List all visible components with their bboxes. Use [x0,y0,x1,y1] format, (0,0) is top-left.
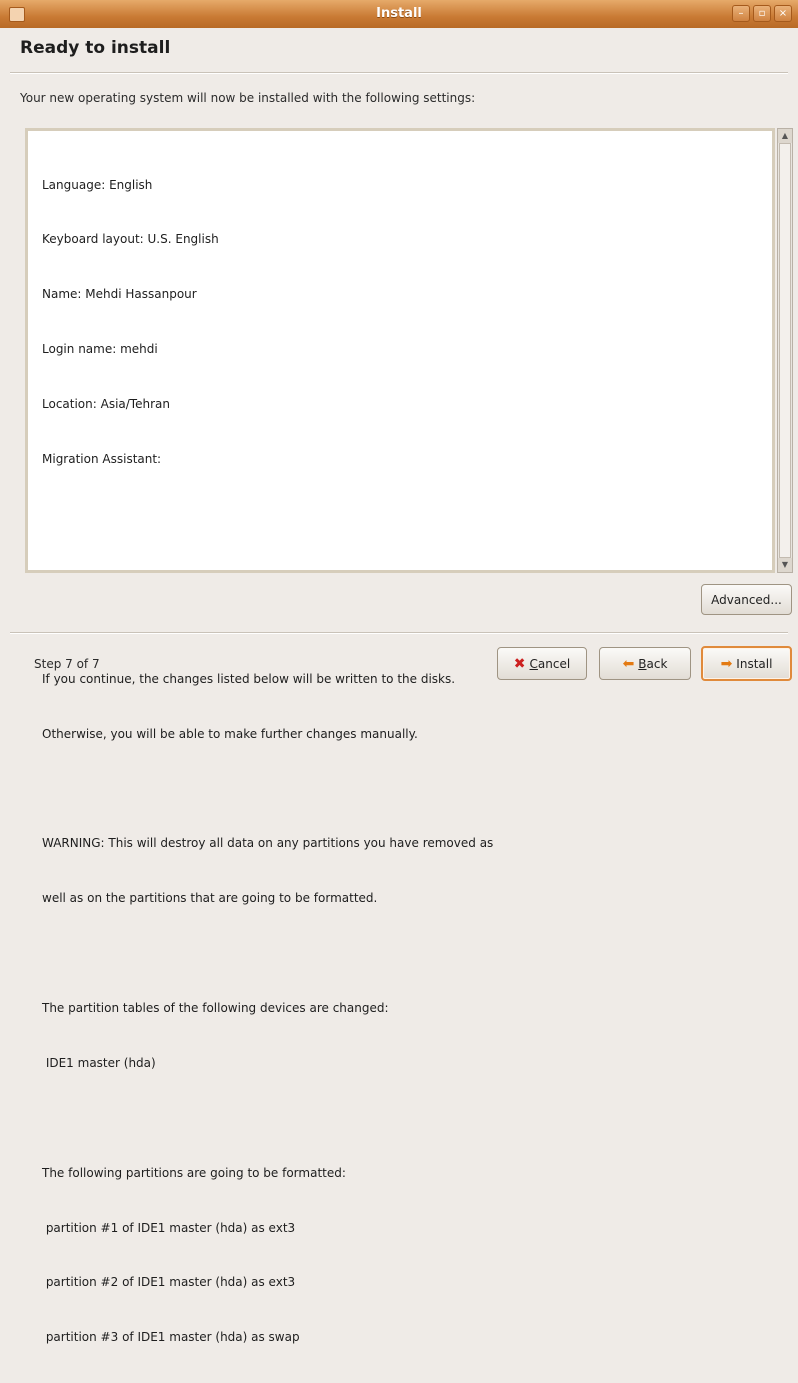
summary-line [42,1109,493,1127]
summary-line: Name: Mehdi Hassanpour [42,287,197,302]
summary-line [42,944,493,962]
scroll-up-icon[interactable]: ▲ [778,129,792,143]
summary-line: The partition tables of the following de… [42,1000,389,1015]
summary-line: Language: English [42,177,153,192]
installer-window: Install – ▫ × Ready to install Your new … [0,0,798,1344]
summary-line: Location: Asia/Tehran [42,397,170,412]
summary-line: WARNING: This will destroy all data on a… [42,836,494,851]
summary-line: Login name: mehdi [42,342,158,357]
back-button[interactable]: ⬅ Back [599,647,691,680]
advanced-button[interactable]: Advanced... [701,584,792,615]
back-label: Back [638,656,668,671]
summary-line [42,505,493,523]
settings-description: Your new operating system will now be in… [20,91,476,105]
cancel-x-icon: ✖ [513,655,526,672]
minimize-icon[interactable]: – [732,5,750,22]
footer-divider [10,632,788,633]
scroll-down-icon[interactable]: ▼ [778,558,792,572]
page-title: Ready to install [20,38,171,58]
summary-line: Keyboard layout: U.S. English [42,232,219,247]
install-label: Install [736,656,773,671]
settings-summary-box[interactable]: Language: English Keyboard layout: U.S. … [25,128,775,1344]
maximize-icon[interactable]: ▫ [753,5,771,22]
summary-line [42,560,493,578]
title-bar[interactable]: Install – ▫ × [0,0,798,28]
cancel-button[interactable]: ✖ Cancel [497,647,587,680]
settings-summary-text: Language: English Keyboard layout: U.S. … [42,139,493,1383]
forward-arrow-icon: ➡ [720,655,733,672]
summary-line: partition #1 of IDE1 master (hda) as ext… [42,1220,296,1235]
summary-line: If you continue, the changes listed belo… [42,671,456,686]
summary-line: IDE1 master (hda) [42,1055,156,1070]
summary-line [42,615,493,633]
scrollbar-thumb[interactable] [779,143,791,558]
install-button[interactable]: ➡ Install [701,646,792,681]
header-divider [10,72,788,73]
summary-scrollbar[interactable]: ▲ ▼ [777,128,793,573]
step-indicator: Step 7 of 7 [34,657,100,671]
summary-line: partition #3 of IDE1 master (hda) as swa… [42,1330,300,1345]
summary-line: partition #2 of IDE1 master (hda) as ext… [42,1275,296,1290]
summary-line: well as on the partitions that are going… [42,891,378,906]
summary-line: Migration Assistant: [42,452,162,467]
summary-line: Otherwise, you will be able to make furt… [42,726,418,741]
summary-line: The following partitions are going to be… [42,1165,346,1180]
close-icon[interactable]: × [774,5,792,22]
window-title: Install [376,6,422,21]
cancel-label: Cancel [529,656,571,671]
back-arrow-icon: ⬅ [622,655,635,672]
summary-line [42,779,493,797]
